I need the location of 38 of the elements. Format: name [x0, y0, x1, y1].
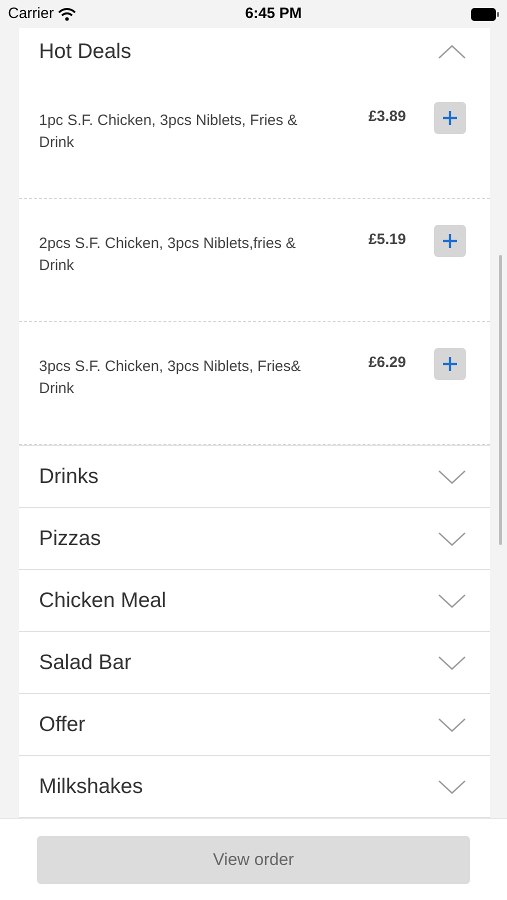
category-header[interactable]: Chicken Meal	[19, 570, 490, 631]
category-header[interactable]: Salad Bar	[19, 632, 490, 693]
battery-icon	[470, 8, 499, 20]
chevron-down-icon	[438, 656, 466, 670]
chevron-down-icon	[438, 532, 466, 546]
wifi-icon	[58, 8, 76, 20]
category-header[interactable]: Offer	[19, 694, 490, 755]
chevron-down-icon	[438, 594, 466, 608]
add-button[interactable]	[434, 225, 466, 257]
deal-name: 3pcs S.F. Chicken, 3pcs Niblets, Fries& Drink	[39, 357, 302, 399]
add-button[interactable]	[434, 348, 466, 380]
view-order-button[interactable]: View order	[37, 836, 470, 884]
category-title: Chicken Meal	[39, 588, 166, 614]
plus-icon	[442, 110, 458, 126]
deal-name: 2pcs S.F. Chicken, 3pcs Niblets,fries & Drink	[39, 234, 297, 276]
deal-price: £6.29	[367, 353, 406, 373]
category-header[interactable]: Milkshakes	[19, 756, 490, 817]
category-title: Salad Bar	[39, 650, 132, 676]
category-header[interactable]: Hot Deals	[19, 28, 490, 76]
plus-icon	[442, 233, 458, 249]
chevron-down-icon	[438, 780, 466, 794]
category-title: Offer	[39, 712, 86, 738]
add-button[interactable]	[434, 102, 466, 134]
category-title: Drinks	[39, 464, 99, 490]
clock-time: 6:45 PM	[245, 4, 302, 24]
carrier-label: Carrier	[8, 4, 54, 24]
category-title: Hot Deals	[39, 39, 132, 66]
deal-name: 1pc S.F. Chicken, 3pcs Niblets, Fries & Drink	[39, 111, 298, 153]
chevron-down-icon	[438, 718, 466, 732]
category-header[interactable]: Pizzas	[19, 508, 490, 569]
category-title: Pizzas	[39, 526, 101, 552]
category-title: Milkshakes	[39, 774, 143, 800]
deal-price: £3.89	[367, 107, 406, 127]
chevron-up-icon	[438, 45, 466, 59]
deal-price: £5.19	[367, 230, 406, 250]
chevron-down-icon	[438, 470, 466, 484]
category-header[interactable]: Drinks	[19, 446, 490, 507]
plus-icon	[442, 356, 458, 372]
